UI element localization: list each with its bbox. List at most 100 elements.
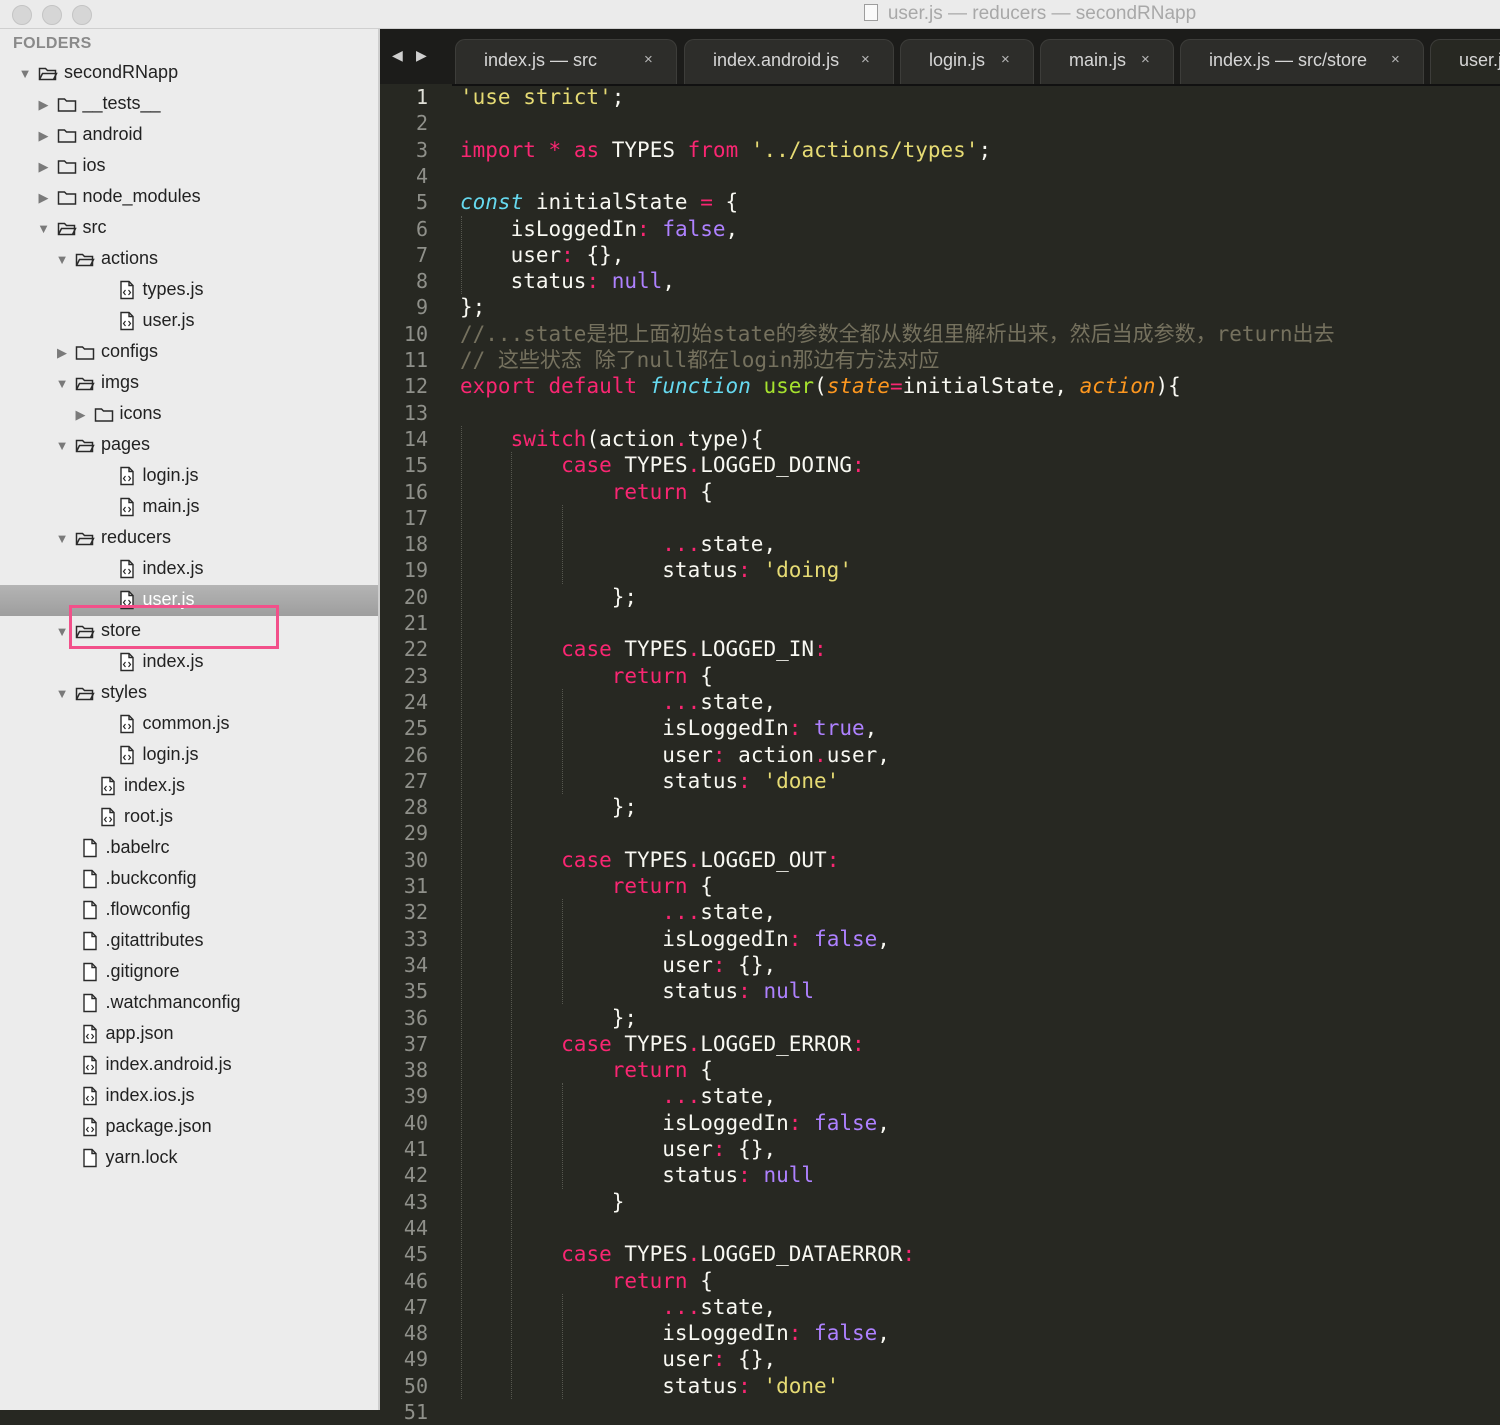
disclosure-open-icon[interactable]: ▼ [55,686,69,701]
sidebar-item[interactable]: ▶ node_modules [0,182,378,213]
code-token: false [814,1321,878,1346]
sidebar-item[interactable]: ▶ android [0,120,378,151]
sidebar-item[interactable]: ▼ secondRNapp [0,58,378,89]
disclosure-open-icon[interactable]: ▼ [55,624,69,639]
file-icon [80,900,100,920]
disclosure-open-icon[interactable]: ▼ [18,66,32,81]
disclosure-closed-icon[interactable]: ▶ [37,97,51,113]
tab-close-icon[interactable]: × [1141,51,1150,68]
tab-scroll-right-icon[interactable]: ▶ [416,47,427,64]
disclosure-open-icon[interactable]: ▼ [37,221,51,236]
sidebar-item[interactable]: ▶ icons [0,399,378,430]
code-token: type){ [687,426,764,451]
disclosure-closed-icon[interactable]: ▶ [37,159,51,175]
sidebar-item[interactable]: package.json [0,1112,378,1143]
sidebar-item[interactable]: login.js [0,740,378,771]
code-line: return { [460,1057,713,1083]
sidebar-item[interactable]: common.js [0,709,378,740]
sidebar-item[interactable]: ▼ reducers [0,523,378,554]
sidebar-item[interactable]: yarn.lock [0,1143,378,1174]
line-number: 13 [403,400,428,425]
sidebar-item-label: secondRNapp [64,62,179,82]
code-token: user [460,242,562,267]
sidebar-item[interactable]: login.js [0,461,378,492]
code-file-icon [98,776,118,796]
sidebar-item[interactable]: .gitattributes [0,926,378,957]
sidebar-item[interactable]: index.ios.js [0,1081,378,1112]
code-token: switch [510,426,587,451]
line-number: 1 [415,85,428,109]
disclosure-open-icon[interactable]: ▼ [55,252,69,267]
code-line: user: {}, [460,1136,776,1162]
sidebar-item[interactable]: index.js [0,771,378,802]
tab-scroll-left-icon[interactable]: ◀ [392,47,403,64]
line-number: 11 [403,348,428,372]
tab[interactable]: login.js × [900,39,1034,84]
code-token: = [889,374,903,399]
disclosure-closed-icon[interactable]: ▶ [74,407,88,423]
tab[interactable]: main.js × [1040,39,1174,84]
sidebar-item[interactable]: ▶ configs [0,337,378,368]
disclosure-closed-icon[interactable]: ▶ [55,345,69,361]
disclosure-open-icon[interactable]: ▼ [55,438,69,453]
sidebar-item[interactable]: user.js [0,585,378,616]
sidebar-item[interactable]: ▼ src [0,213,378,244]
tab-close-icon[interactable]: × [644,51,653,68]
code-line: // 这些状态 除了null都在login那边有方法对应 [460,347,939,373]
sidebar-item[interactable]: .buckconfig [0,864,378,895]
sidebar-item[interactable]: ▶ ios [0,151,378,182]
code-token: state [826,374,890,399]
code-token: function [649,374,751,399]
sidebar-item[interactable]: ▼ actions [0,244,378,275]
sidebar-item-label: yarn.lock [105,1147,178,1167]
disclosure-closed-icon[interactable]: ▶ [37,128,51,144]
code-line: return { [460,1268,713,1294]
tab[interactable]: index.js — src × [455,39,677,84]
tab-close-icon[interactable]: × [1001,51,1010,68]
code-line: case TYPES.LOGGED_DOING: [460,452,864,478]
disclosure-closed-icon[interactable]: ▶ [37,190,51,206]
sidebar-item[interactable]: user.js [0,306,378,337]
sidebar-item[interactable]: ▼ imgs [0,368,378,399]
disclosure-open-icon[interactable]: ▼ [55,376,69,391]
sidebar-item[interactable]: ▶ __tests__ [0,89,378,120]
indent-guide [561,1083,563,1189]
code-token: const [460,190,524,215]
code-file-icon [117,280,137,300]
sidebar-item-label: .flowconfig [105,899,191,919]
sidebar-item[interactable]: types.js [0,275,378,306]
line-number: 44 [403,1215,428,1240]
code-token: action [1079,374,1156,399]
sidebar-item[interactable]: index.android.js [0,1050,378,1081]
sidebar-item[interactable]: .babelrc [0,833,378,864]
sidebar-item[interactable]: ▼ styles [0,678,378,709]
sidebar-item[interactable]: main.js [0,492,378,523]
sidebar-item-label: login.js [142,744,199,764]
sidebar-item[interactable]: root.js [0,802,378,833]
editor[interactable]: ◀ ▶ index.js — src × index.android.js × logi… [380,29,1500,1424]
sidebar-item[interactable]: ▼ store [0,616,378,647]
sidebar-item[interactable]: app.json [0,1019,378,1050]
tab[interactable]: index.js — src/store × [1180,39,1424,84]
code-token: ; [611,85,625,109]
sidebar-item[interactable]: .gitignore [0,957,378,988]
line-number: 27 [403,768,428,793]
code-token: TYPES [611,847,688,872]
code-token: . [687,847,701,872]
tab[interactable]: index.android.js × [684,39,894,84]
code-token: ... [662,1084,701,1109]
disclosure-open-icon[interactable]: ▼ [55,531,69,546]
sidebar-item[interactable]: .flowconfig [0,895,378,926]
indent-guide [561,899,563,1005]
line-number: 10 [403,321,428,346]
sidebar-item[interactable]: ▼ pages [0,430,378,461]
code-file-icon [117,559,137,579]
code-token: null [763,1163,815,1188]
sidebar-item[interactable]: index.js [0,647,378,678]
sidebar-item[interactable]: .watchmanconfig [0,988,378,1019]
tab[interactable]: user.js× [1430,39,1500,84]
tab-close-icon[interactable]: × [861,51,870,68]
sidebar-item[interactable]: index.js [0,554,378,585]
tab-close-icon[interactable]: × [1391,51,1400,68]
